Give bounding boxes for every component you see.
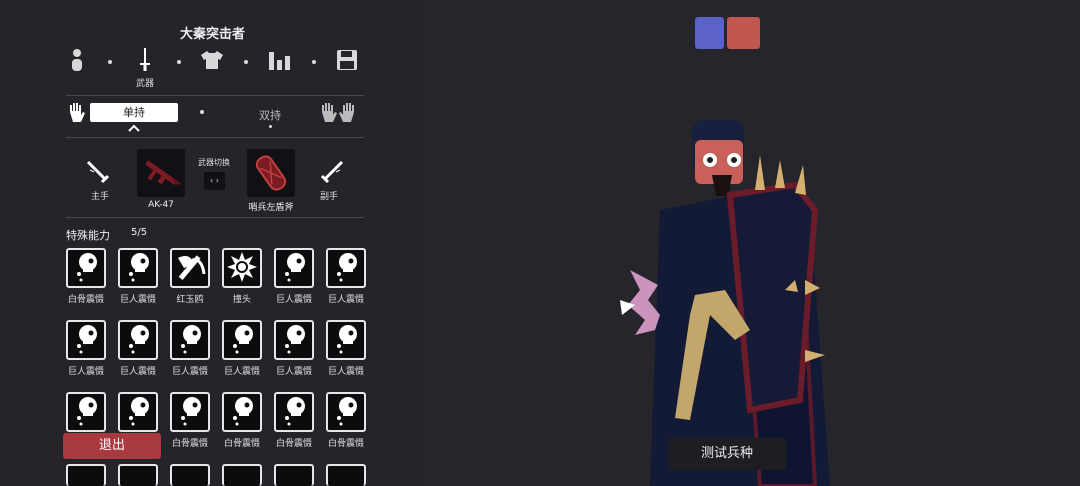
skull-icon	[77, 253, 97, 282]
ability-slot[interactable]	[274, 320, 314, 360]
unit-preview	[620, 120, 830, 486]
ability-slot[interactable]	[118, 248, 158, 288]
ability-label: 巨人震慑	[223, 367, 260, 377]
ability-slot[interactable]	[326, 392, 366, 432]
team-blue-button[interactable]	[695, 17, 724, 49]
dual-hand-button[interactable]: 双持	[248, 107, 292, 123]
axe-icon	[178, 255, 206, 281]
ability-label: 白骨震慑	[171, 439, 208, 449]
skull-icon	[77, 325, 97, 354]
shirt-icon[interactable]	[200, 50, 224, 70]
weapon-tab-label: 武器	[135, 79, 154, 89]
skull-icon	[337, 325, 357, 354]
dual-indicator	[269, 125, 272, 128]
ability-slot[interactable]	[170, 392, 210, 432]
skull-icon	[129, 253, 149, 282]
nav-separator	[312, 60, 316, 64]
chevron-up-icon	[128, 124, 140, 132]
ability-slot[interactable]	[274, 392, 314, 432]
main-hand-label: 主手	[90, 192, 109, 202]
ability-label: 白骨震慑	[327, 439, 364, 449]
secondary-weapon-name: 哨兵左盾斧	[248, 203, 294, 213]
ability-slot[interactable]	[326, 320, 366, 360]
skull-icon	[337, 253, 357, 282]
single-hand-icon[interactable]	[66, 101, 88, 125]
ability-slot[interactable]	[222, 248, 262, 288]
ability-label: 巨人震慑	[275, 367, 312, 377]
skull-icon	[285, 253, 305, 282]
ability-label: 巨人震慑	[67, 367, 104, 377]
ability-slot[interactable]	[66, 248, 106, 288]
skull-icon	[233, 397, 253, 426]
ability-label: 白骨震慑	[275, 439, 312, 449]
nav-separator	[108, 60, 112, 64]
shield-axe-icon	[255, 155, 287, 191]
ability-slot[interactable]	[118, 464, 158, 486]
off-hand-label: 副手	[319, 192, 338, 202]
ability-slot[interactable]	[222, 320, 262, 360]
ability-slot[interactable]	[118, 320, 158, 360]
primary-weapon-slot[interactable]	[137, 149, 185, 197]
nav-separator	[244, 60, 248, 64]
ability-slot[interactable]	[274, 248, 314, 288]
skull-icon	[285, 397, 305, 426]
ability-label: 撞头	[232, 295, 251, 305]
abilities-count: 5/5	[131, 227, 148, 238]
unit-name-title: 大秦突击者	[179, 27, 245, 42]
ability-slot[interactable]	[170, 248, 210, 288]
ability-label: 巨人震慑	[171, 367, 208, 377]
unit-editor-panel: 大秦突击者 武器 单持 双持 主手 AK-47 武器切换 ‹ › 哨兵左盾斧 副…	[0, 0, 420, 486]
main-hand-sword-icon	[86, 160, 110, 184]
primary-weapon-name: AK-47	[148, 200, 174, 210]
nav-separator	[177, 60, 181, 64]
ability-slot[interactable]	[118, 392, 158, 432]
test-unit-button[interactable]: 测试兵种	[668, 438, 786, 470]
burst-skull-icon	[227, 252, 257, 282]
skull-icon	[181, 397, 201, 426]
skull-icon	[77, 397, 97, 426]
off-hand-sword-icon	[320, 160, 344, 184]
sword-icon[interactable]	[137, 46, 153, 74]
team-red-button[interactable]	[727, 17, 760, 49]
ability-label: 红玉鸥	[176, 295, 204, 305]
abilities-heading: 特殊能力	[66, 229, 110, 242]
secondary-weapon-slot[interactable]	[247, 149, 295, 197]
save-icon[interactable]	[336, 49, 358, 71]
single-hand-button[interactable]: 单持	[90, 103, 178, 122]
skull-icon	[233, 325, 253, 354]
weapon-switch-label: 武器切换	[198, 158, 230, 167]
skull-icon	[337, 397, 357, 426]
ability-label: 巨人震慑	[119, 367, 156, 377]
ability-label: 巨人震慑	[327, 367, 364, 377]
ability-label: 巨人震慑	[119, 295, 156, 305]
stats-icon[interactable]	[268, 51, 292, 71]
ability-slot[interactable]	[274, 464, 314, 486]
skull-icon	[285, 325, 305, 354]
skull-icon	[181, 325, 201, 354]
ability-label: 白骨震慑	[223, 439, 260, 449]
hand-mode-separator	[200, 110, 204, 114]
dual-hand-icon[interactable]	[318, 101, 358, 125]
weapon-switch-button[interactable]: ‹ ›	[204, 172, 225, 190]
ability-label: 巨人震慑	[275, 295, 312, 305]
ability-label: 白骨震慑	[67, 295, 104, 305]
ability-slot[interactable]	[222, 392, 262, 432]
skull-icon	[129, 397, 149, 426]
divider	[66, 217, 364, 218]
ability-slot[interactable]	[222, 464, 262, 486]
ability-slot[interactable]	[326, 248, 366, 288]
ability-label: 巨人震慑	[327, 295, 364, 305]
ability-slot[interactable]	[66, 392, 106, 432]
ability-slot[interactable]	[170, 464, 210, 486]
body-icon[interactable]	[70, 48, 84, 72]
ability-slot[interactable]	[66, 320, 106, 360]
divider	[66, 95, 364, 96]
divider	[66, 137, 364, 138]
exit-button[interactable]: 退出	[63, 433, 161, 459]
ability-slot[interactable]	[326, 464, 366, 486]
ability-slot[interactable]	[170, 320, 210, 360]
ability-slot[interactable]	[66, 464, 106, 486]
rifle-icon	[145, 160, 181, 186]
skull-icon	[129, 325, 149, 354]
